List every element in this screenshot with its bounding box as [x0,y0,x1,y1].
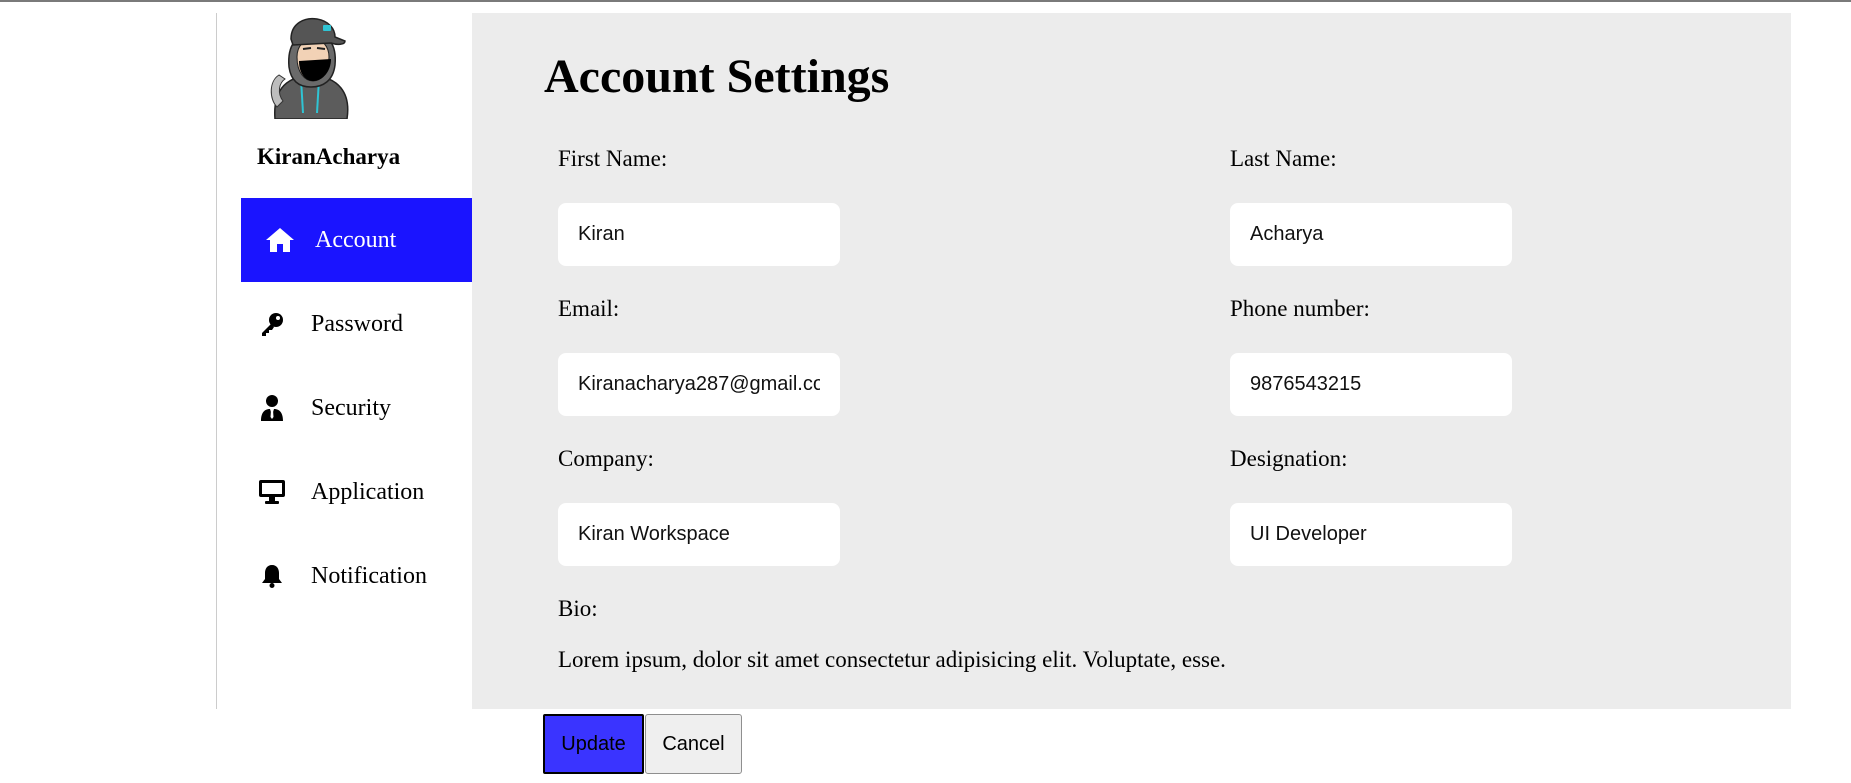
sidebar-item-account[interactable]: Account [241,198,473,282]
bio-text[interactable]: Lorem ipsum, dolor sit amet consectetur … [558,647,1226,673]
account-settings-panel: Account Settings First Name: Last Name: … [472,13,1791,709]
user-tie-icon [257,393,287,423]
company-field[interactable] [558,503,840,566]
sidebar-nav: Account Password Security Application No… [241,198,473,618]
sidebar-item-application[interactable]: Application [241,450,473,534]
sidebar-item-notification[interactable]: Notification [241,534,473,618]
email-field[interactable] [558,353,840,416]
monitor-icon [257,477,287,507]
bio-label: Bio: [558,596,598,621]
last-name-label: Last Name: [1230,146,1337,171]
phone-label: Phone number: [1230,296,1370,321]
sidebar-item-label: Account [315,226,397,253]
bell-icon [257,561,287,591]
sidebar-item-label: Security [311,394,391,421]
last-name-field[interactable] [1230,203,1512,266]
cancel-button[interactable]: Cancel [645,714,742,774]
first-name-field[interactable] [558,203,840,266]
username: KiranAcharya [257,144,401,169]
phone-field[interactable] [1230,353,1512,416]
designation-field[interactable] [1230,503,1512,566]
home-icon [265,225,295,255]
page-title: Account Settings [544,50,890,103]
key-icon [257,309,287,339]
sidebar-item-password[interactable]: Password [241,282,473,366]
sidebar-item-label: Notification [311,562,427,589]
sidebar-item-security[interactable]: Security [241,366,473,450]
sidebar-item-label: Password [311,310,404,337]
sidebar-item-label: Application [311,478,425,505]
top-border [0,0,1851,2]
sidebar: KiranAcharya Account Password Security A… [216,13,473,709]
designation-label: Designation: [1230,446,1348,471]
email-label: Email: [558,296,620,321]
first-name-label: First Name: [558,146,668,171]
update-button[interactable]: Update [543,714,644,774]
company-label: Company: [558,446,654,471]
avatar [261,15,361,120]
